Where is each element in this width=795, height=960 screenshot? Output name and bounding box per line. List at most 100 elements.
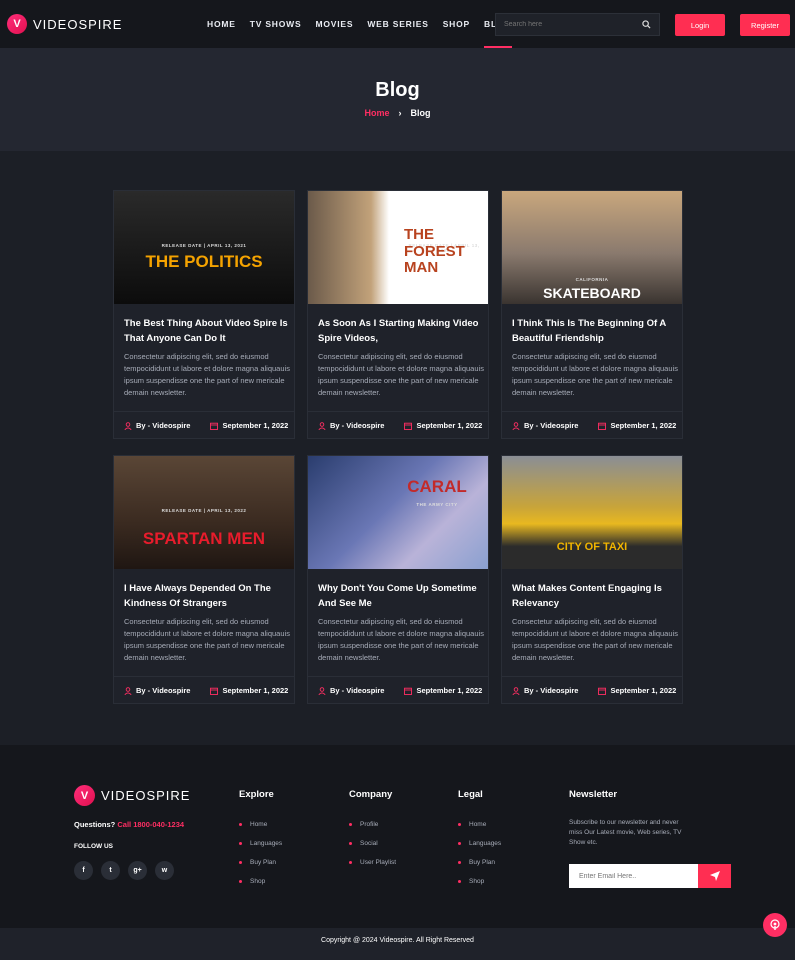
twitter-icon[interactable]: t [101,861,120,880]
newsletter-text: Subscribe to our newsletter and never mi… [569,819,682,846]
footer-logo[interactable]: V VIDEOSPIRE [74,785,190,806]
scroll-top-button[interactable] [763,913,787,937]
nav-home[interactable]: HOME [207,0,236,48]
post-author[interactable]: By - Videospire [318,686,384,695]
nav-web-series[interactable]: WEB SERIES [367,0,428,48]
follow-label: FOLLOW US [74,843,113,850]
login-button[interactable]: Login [675,14,725,36]
logo-text: VIDEOSPIRE [33,16,123,32]
post-thumbnail[interactable]: RELEASE DATE | APRIL 13, 2022 THE FOREST… [308,191,488,304]
thumbnail-caption: SPARTAN MEN [142,529,266,548]
post-title[interactable]: I Think This Is The Beginning Of A Beaut… [512,316,678,346]
thumbnail-caption: THE FOREST MAN [404,226,465,276]
search-input[interactable] [504,21,642,28]
blog-card[interactable]: RELEASE DATE | APRIL 13, 2021 THE POLITI… [113,190,295,439]
footer-link-explore[interactable]: Languages [239,840,282,847]
post-title[interactable]: I Have Always Depended On The Kindness O… [124,581,290,611]
user-icon [318,421,326,430]
post-date: September 1, 2022 [210,686,288,695]
footer-link-explore[interactable]: Home [239,821,267,828]
post-meta: By - Videospire September 1, 2022 [502,411,682,439]
thumbnail-subcaption: CALIFORNIA [575,277,609,282]
footer-link-legal[interactable]: Shop [458,878,484,885]
post-author[interactable]: By - Videospire [124,421,190,430]
post-excerpt: Consectetur adipiscing elit, sed do eius… [318,352,484,397]
bullet-icon [349,842,352,845]
post-excerpt: Consectetur adipiscing elit, sed do eius… [512,352,678,397]
post-title[interactable]: Why Don't You Come Up Sometime And See M… [318,581,484,611]
logo-text: VIDEOSPIRE [101,788,191,803]
footer-link-company[interactable]: Profile [349,821,378,828]
logo-mark: V [7,14,27,34]
author-text: By - Videospire [524,421,579,430]
legal-title: Legal [458,789,483,800]
footer-link-explore[interactable]: Buy Plan [239,859,276,866]
post-author[interactable]: By - Videospire [318,421,384,430]
footer-link-label: Languages [250,840,283,847]
footer-link-legal[interactable]: Languages [458,840,501,847]
bullet-icon [458,861,461,864]
post-thumbnail[interactable]: CITY OF TAXI [502,456,682,569]
blog-card[interactable]: CITY OF TAXI What Makes Content Engaging… [501,455,683,704]
post-meta: By - Videospire September 1, 2022 [502,676,682,704]
footer-link-legal[interactable]: Home [458,821,486,828]
thumbnail-caption: SKATEBOARD [543,285,641,301]
blog-card[interactable]: RELEASE DATE | APRIL 13, 2022 SPARTAN ME… [113,455,295,704]
footer-link-explore[interactable]: Shop [239,878,265,885]
blog-card[interactable]: THE ARMY CITY CARAL Why Don't You Come U… [307,455,489,704]
post-title[interactable]: What Makes Content Engaging Is Relevancy [512,581,678,611]
bullet-icon [239,880,242,883]
register-button[interactable]: Register [740,14,790,36]
footer-link-label: Buy Plan [250,859,277,866]
google-plus-icon[interactable]: g+ [128,861,147,880]
blog-card[interactable]: CALIFORNIA SKATEBOARD I Think This Is Th… [501,190,683,439]
subscribe-button[interactable] [698,864,731,888]
post-date: September 1, 2022 [404,421,482,430]
logo-mark: V [74,785,95,806]
post-thumbnail[interactable]: THE ARMY CITY CARAL [308,456,488,569]
post-thumbnail[interactable]: CALIFORNIA SKATEBOARD [502,191,682,304]
newsletter-title: Newsletter [569,789,618,800]
site-footer: V VIDEOSPIRE Questions? Call 1800-040-12… [0,745,795,928]
date-text: September 1, 2022 [610,686,677,695]
nav-movies[interactable]: MOVIES [315,0,353,48]
bullet-icon [458,880,461,883]
thumbnail-subcaption: RELEASE DATE | APRIL 13, 2022 [161,508,247,513]
post-date: September 1, 2022 [598,686,676,695]
post-author[interactable]: By - Videospire [512,421,578,430]
footer-link-legal[interactable]: Buy Plan [458,859,495,866]
author-text: By - Videospire [524,686,579,695]
nav-tv-shows[interactable]: TV SHOWS [250,0,302,48]
bullet-icon [458,842,461,845]
user-icon [318,686,326,695]
whatsapp-icon[interactable]: w [155,861,174,880]
facebook-icon[interactable]: f [74,861,93,880]
phone-link[interactable]: Call 1800-040-1234 [117,820,184,829]
site-header: V VIDEOSPIRE HOME TV SHOWS MOVIES WEB SE… [0,0,795,48]
footer-link-label: Languages [469,840,502,847]
footer-link-company[interactable]: User Playlist [349,859,396,866]
nav-shop[interactable]: SHOP [443,0,470,48]
breadcrumb-home[interactable]: Home [364,108,389,118]
blog-card[interactable]: RELEASE DATE | APRIL 13, 2022 THE FOREST… [307,190,489,439]
page-title: Blog [375,79,420,101]
user-icon [512,421,520,430]
bullet-icon [239,823,242,826]
footer-link-company[interactable]: Social [349,840,378,847]
user-icon [124,686,132,695]
post-title[interactable]: As Soon As I Starting Making Video Spire… [318,316,484,346]
post-title[interactable]: The Best Thing About Video Spire Is That… [124,316,290,346]
email-field[interactable] [569,864,698,888]
bullet-icon [239,861,242,864]
post-meta: By - Videospire September 1, 2022 [308,411,488,439]
post-thumbnail[interactable]: RELEASE DATE | APRIL 13, 2022 SPARTAN ME… [114,456,294,569]
search-icon[interactable] [642,20,651,29]
logo[interactable]: V VIDEOSPIRE [7,14,122,34]
thumbnail-subcaption: THE ARMY CITY [416,502,458,507]
post-date: September 1, 2022 [598,421,676,430]
post-author[interactable]: By - Videospire [512,686,578,695]
post-author[interactable]: By - Videospire [124,686,190,695]
send-icon [709,871,720,881]
bullet-icon [458,823,461,826]
post-thumbnail[interactable]: RELEASE DATE | APRIL 13, 2021 THE POLITI… [114,191,294,304]
